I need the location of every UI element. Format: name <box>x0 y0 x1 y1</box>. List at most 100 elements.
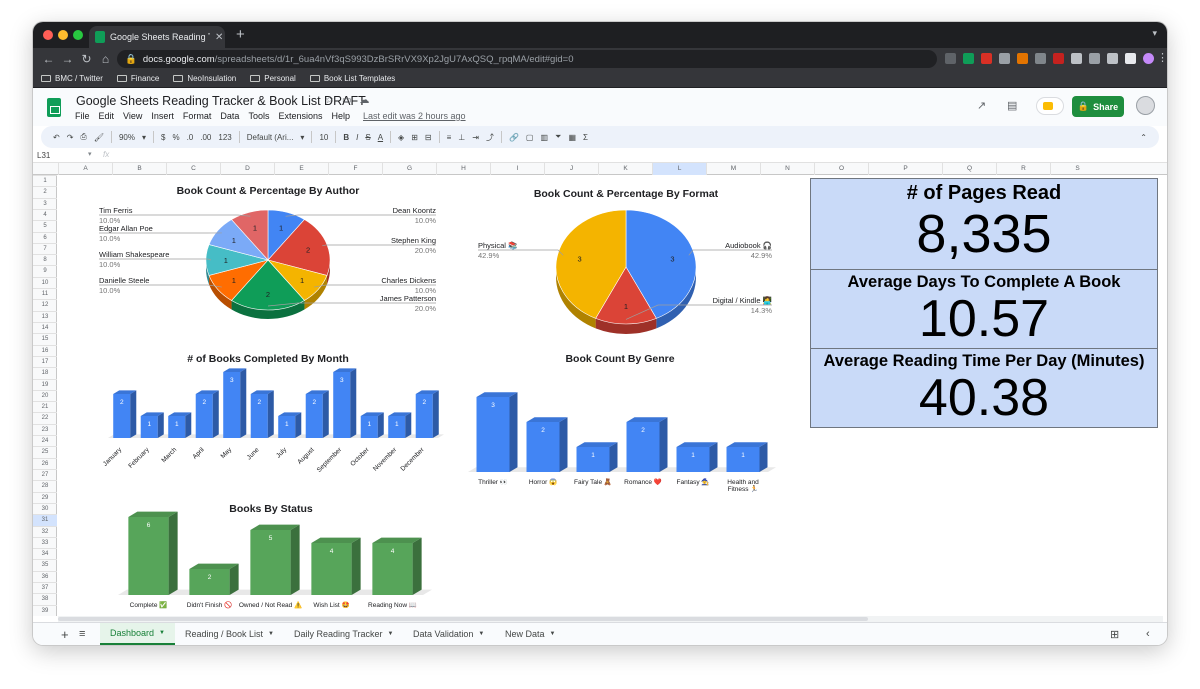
row-header[interactable]: 6 <box>33 231 57 243</box>
tab-daily-reading-tracker[interactable]: Daily Reading Tracker ▼ <box>294 623 394 645</box>
chevron-down-icon[interactable]: ▾ <box>142 133 146 142</box>
filter-icon[interactable]: ⏷ <box>555 132 561 142</box>
row-header[interactable]: 20 <box>33 389 57 401</box>
drive-extension-icon[interactable] <box>963 53 974 64</box>
month-bar-chart[interactable]: # of Books Completed By Month 2 January 1 F… <box>78 350 448 495</box>
menu-format[interactable]: Format <box>183 111 212 121</box>
column-header[interactable]: O <box>814 163 868 175</box>
name-box-chevron-icon[interactable]: ▾ <box>88 150 92 158</box>
zoom-select[interactable]: 90% <box>119 133 135 142</box>
font-size-input[interactable]: 10 <box>319 133 328 142</box>
currency-format-button[interactable]: $ <box>161 133 165 142</box>
row-header[interactable]: 18 <box>33 367 57 378</box>
borders-icon[interactable]: ⊞ <box>411 133 418 142</box>
menu-view[interactable]: View <box>123 111 142 121</box>
row-header[interactable]: 12 <box>33 299 57 310</box>
row-header[interactable]: 38 <box>33 593 57 604</box>
scrollbar-thumb[interactable] <box>58 617 868 621</box>
row-header[interactable]: 37 <box>33 582 57 593</box>
all-sheets-icon[interactable]: ≡ <box>79 623 85 645</box>
menu-tools[interactable]: Tools <box>248 111 269 121</box>
italic-icon[interactable]: I <box>356 133 358 142</box>
browser-menu-icon[interactable]: ⋮ <box>1157 51 1167 64</box>
filter-views-icon[interactable]: ▦ <box>568 133 576 142</box>
column-header[interactable]: Q <box>942 163 996 175</box>
tab-dashboard[interactable]: Dashboard ▼ <box>100 623 175 645</box>
row-header[interactable]: 14 <box>33 322 57 333</box>
row-header[interactable]: 35 <box>33 559 57 570</box>
row-header[interactable]: 27 <box>33 469 57 480</box>
chevron-down-icon[interactable]: ▼ <box>550 631 556 637</box>
row-header[interactable]: 3 <box>33 197 57 209</box>
activity-trend-icon[interactable]: ↗ <box>977 99 986 112</box>
row-header[interactable]: 9 <box>33 265 57 276</box>
row-header[interactable]: 7 <box>33 242 57 254</box>
column-header[interactable]: E <box>274 163 328 175</box>
insert-chart-icon[interactable]: ▥ <box>540 133 548 142</box>
menu-extensions[interactable]: Extensions <box>278 111 322 121</box>
row-header[interactable]: 10 <box>33 276 57 288</box>
redo-icon[interactable]: ↷ <box>67 133 74 142</box>
home-icon[interactable]: ⌂ <box>96 52 115 66</box>
status-bar-chart[interactable]: Books By Status 6 Complete ✅ 2 Didn't Finis… <box>93 500 453 615</box>
undo-icon[interactable]: ↶ <box>53 133 60 142</box>
profile-avatar-icon[interactable] <box>1143 53 1154 64</box>
column-header[interactable]: J <box>544 163 598 175</box>
reload-icon[interactable]: ↻ <box>77 52 96 66</box>
row-header[interactable]: 2 <box>33 186 57 197</box>
sidebar-icon[interactable] <box>1125 53 1136 64</box>
chevron-down-icon[interactable]: ▼ <box>478 631 484 637</box>
row-header[interactable]: 5 <box>33 220 57 231</box>
bookmark-item[interactable]: Personal <box>250 74 296 83</box>
row-header[interactable]: 19 <box>33 378 57 390</box>
share-page-icon[interactable] <box>945 53 956 64</box>
new-tab-icon[interactable]: + <box>236 26 245 43</box>
column-header[interactable]: F <box>328 163 382 175</box>
name-box[interactable]: L31 <box>37 151 50 160</box>
extension-icon[interactable] <box>981 53 992 64</box>
last-edit-link[interactable]: Last edit was 2 hours ago <box>363 111 466 121</box>
column-header[interactable]: S <box>1050 163 1104 175</box>
tab-search-chevron-icon[interactable]: ▾ <box>1152 28 1157 39</box>
address-bar[interactable]: 🔒 docs.google.com/spreadsheets/d/1r_6ua4… <box>117 50 937 68</box>
row-header[interactable]: 29 <box>33 491 57 503</box>
row-header[interactable]: 26 <box>33 457 57 469</box>
merge-cells-icon[interactable]: ⊟ <box>425 133 432 142</box>
row-header[interactable]: 1 <box>33 175 57 186</box>
puzzle-extensions-icon[interactable] <box>1089 53 1100 64</box>
minimize-window-icon[interactable] <box>58 30 68 40</box>
cloud-status-icon[interactable]: ☁ <box>359 95 369 106</box>
row-header[interactable]: 4 <box>33 208 57 220</box>
author-pie-chart[interactable]: Book Count & Percentage By Author 1 2 1 2 1 1… <box>58 175 438 345</box>
doc-title[interactable]: Google Sheets Reading Tracker & Book Lis… <box>76 94 366 108</box>
menu-data[interactable]: Data <box>220 111 239 121</box>
column-header[interactable]: P <box>868 163 942 175</box>
extension-icon[interactable] <box>999 53 1010 64</box>
horizontal-align-icon[interactable]: ≡ <box>447 133 452 142</box>
column-header[interactable]: L <box>652 163 706 175</box>
column-header[interactable]: H <box>436 163 490 175</box>
chevron-down-icon[interactable]: ▾ <box>300 133 304 142</box>
move-folder-icon[interactable]: ▭ <box>342 95 351 106</box>
column-header[interactable]: R <box>996 163 1050 175</box>
column-header[interactable]: G <box>382 163 436 175</box>
forward-icon[interactable]: → <box>58 52 77 66</box>
text-wrap-icon[interactable]: ⇥ <box>472 133 479 142</box>
sheets-logo-icon[interactable] <box>47 98 61 117</box>
add-sheet-icon[interactable]: + <box>61 623 69 645</box>
text-color-icon[interactable]: A <box>378 133 383 142</box>
row-header[interactable]: 21 <box>33 401 57 412</box>
row-header[interactable]: 32 <box>33 525 57 537</box>
bookmark-item[interactable]: Finance <box>116 74 159 83</box>
share-button[interactable]: 🔒 Share <box>1072 96 1124 117</box>
row-header[interactable]: 11 <box>33 288 57 299</box>
row-header[interactable]: 17 <box>33 355 57 367</box>
decrease-decimal-button[interactable]: .0 <box>187 133 194 142</box>
row-header[interactable]: 36 <box>33 570 57 582</box>
strikethrough-icon[interactable]: S <box>365 133 370 142</box>
row-header[interactable]: 33 <box>33 536 57 548</box>
chevron-down-icon[interactable]: ▼ <box>159 630 165 636</box>
fill-color-icon[interactable]: ◈ <box>398 133 404 142</box>
vertical-align-icon[interactable]: ⊥ <box>458 133 465 142</box>
row-header[interactable]: 25 <box>33 446 57 457</box>
